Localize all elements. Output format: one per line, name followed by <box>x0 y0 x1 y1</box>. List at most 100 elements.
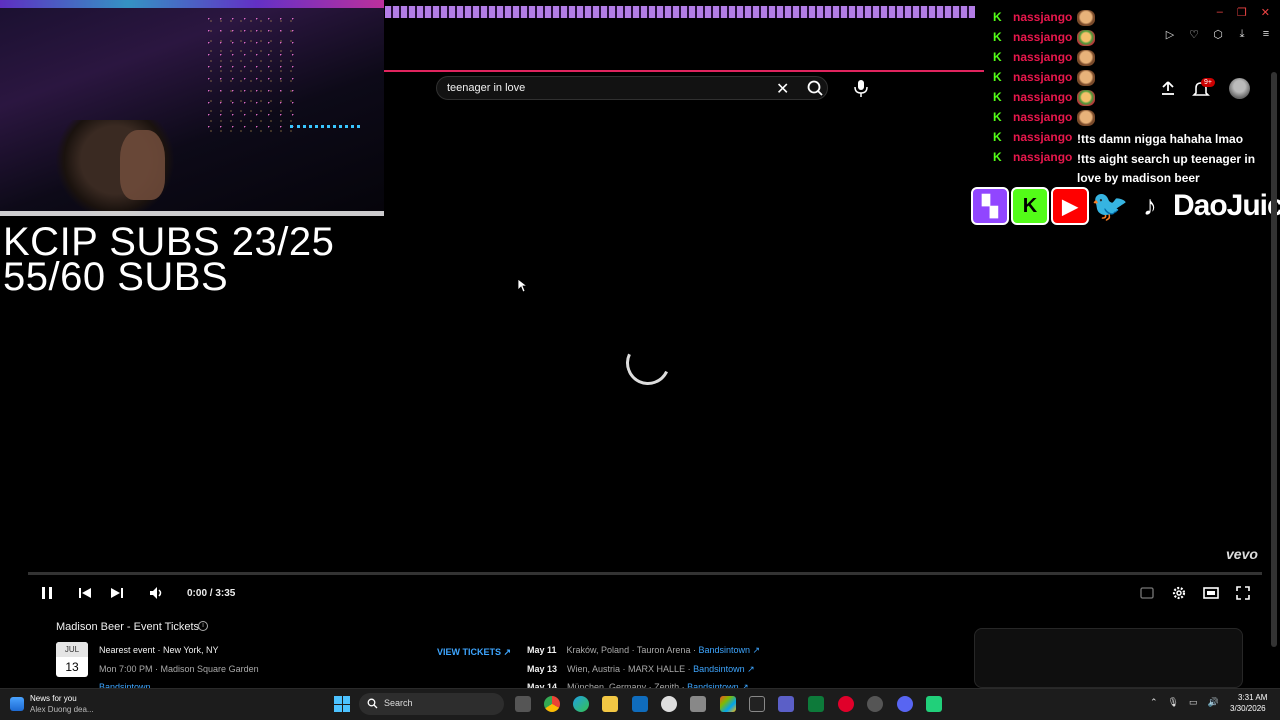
app-icon[interactable] <box>690 696 706 712</box>
chat-message: K nassjango !tts aight search up teenage… <box>993 150 1267 190</box>
news-widget-headline[interactable]: Alex Duong dea... <box>30 705 94 714</box>
previous-icon[interactable] <box>78 584 92 602</box>
event-venue: Wien, Austria · MARX HALLE · <box>567 664 694 674</box>
menu-icon[interactable]: ≡ <box>1260 28 1272 41</box>
app-icon[interactable] <box>867 696 883 712</box>
restore-icon[interactable]: ❐ <box>1237 6 1247 19</box>
taskbar-search[interactable] <box>359 693 504 715</box>
file-explorer-icon[interactable] <box>602 696 618 712</box>
event-list-item: May 11 Kraków, Poland · Tauron Arena · Ba… <box>527 645 760 656</box>
edge-icon[interactable] <box>573 696 589 712</box>
chat-message: K nassjango <box>993 30 1095 50</box>
volume-icon[interactable] <box>148 584 164 602</box>
emote-icon <box>1077 50 1095 66</box>
page-load-bar <box>384 70 984 72</box>
teams-icon[interactable] <box>778 696 794 712</box>
kick-icon: K <box>993 70 1002 84</box>
event-source-link[interactable]: Bandsintown ↗ <box>693 664 755 674</box>
copilot-icon[interactable] <box>720 696 736 712</box>
heart-icon[interactable]: ♡ <box>1188 28 1200 41</box>
chat-message: K nassjango <box>993 90 1095 110</box>
chevron-up-icon[interactable]: ⌃ <box>1150 697 1158 708</box>
next-icon[interactable] <box>110 584 124 602</box>
chat-username: nassjango <box>1013 70 1073 84</box>
taskbar-search-label[interactable]: Search <box>384 698 413 708</box>
chat-username: nassjango <box>1013 110 1073 124</box>
emote-icon <box>1077 90 1095 106</box>
webcam-feed <box>0 0 384 216</box>
network-icon[interactable]: ▭ <box>1189 697 1198 708</box>
opera-icon[interactable] <box>838 696 854 712</box>
nearest-event-detail: Mon 7:00 PM · Madison Square Garden <box>99 664 259 674</box>
chat-message: K nassjango !tts damn nigga hahaha lmao <box>993 130 1267 150</box>
subs-goal: 55/60 SUBS <box>3 255 229 299</box>
info-icon[interactable]: i <box>198 621 208 631</box>
outlook-icon[interactable] <box>632 696 648 712</box>
chat-message: K nassjango <box>993 70 1095 90</box>
theater-mode-icon[interactable] <box>1203 584 1219 602</box>
chat-username: nassjango <box>1013 10 1073 24</box>
chat-username: nassjango <box>1013 150 1073 164</box>
kick-icon: K <box>993 30 1002 44</box>
kick-icon: K <box>993 10 1002 24</box>
settings-gear-icon[interactable] <box>1171 584 1187 602</box>
chat-text: !tts aight search up teenager in love by… <box>1077 152 1256 185</box>
chat-message: K nassjango <box>993 10 1095 30</box>
notification-badge: 9+ <box>1201 78 1215 87</box>
kick-icon: K <box>993 90 1002 104</box>
tab-strip <box>385 6 975 18</box>
download-icon[interactable]: ⤓ <box>1236 28 1248 41</box>
chat-username: nassjango <box>1013 50 1073 64</box>
streamer-hand <box>120 130 165 200</box>
event-month: JUL <box>56 642 88 657</box>
social-handle: DaoJuice <box>1173 189 1280 222</box>
terminal-icon[interactable] <box>749 696 765 712</box>
clock-time[interactable]: 3:31 AM <box>1238 693 1267 702</box>
kick-app-icon[interactable] <box>808 696 824 712</box>
upload-icon[interactable] <box>1160 80 1176 96</box>
mic-tray-icon[interactable]: 🎙 <box>1168 697 1179 708</box>
social-banner: ▚ K ▶ 🐦 ♪ DaoJuice <box>971 186 1280 226</box>
search-input[interactable]: teenager in love <box>447 82 525 94</box>
event-date: May 13 <box>527 664 558 674</box>
captions-icon[interactable] <box>1140 584 1154 602</box>
windows-start-icon[interactable] <box>334 696 350 712</box>
event-day: 13 <box>65 660 79 674</box>
side-panel <box>974 628 1243 688</box>
app-icon[interactable] <box>926 696 942 712</box>
speaker-icon[interactable]: 🔊 <box>1208 697 1219 708</box>
kick-icon: K <box>993 150 1002 164</box>
kick-icon: K <box>993 110 1002 124</box>
scrollbar[interactable] <box>1271 72 1277 647</box>
event-source-link[interactable]: Bandsintown ↗ <box>698 645 760 655</box>
fullscreen-icon[interactable] <box>1236 584 1250 602</box>
minimize-icon[interactable]: – <box>1217 6 1223 19</box>
discord-icon[interactable] <box>897 696 913 712</box>
event-list-item: May 13 Wien, Austria · MARX HALLE · Bands… <box>527 664 755 675</box>
event-date: May 11 <box>527 645 557 655</box>
kick-logo-icon: K <box>1011 187 1049 225</box>
search-icon[interactable] <box>805 79 825 97</box>
play-icon[interactable]: ▷ <box>1164 28 1176 41</box>
view-tickets-link[interactable]: VIEW TICKETS ↗ <box>437 647 511 658</box>
task-view-icon[interactable] <box>515 696 531 712</box>
chrome-icon[interactable] <box>544 696 560 712</box>
news-widget-icon[interactable] <box>10 697 24 711</box>
chat-username: nassjango <box>1013 90 1073 104</box>
chat-username: nassjango <box>1013 30 1073 44</box>
clock-date[interactable]: 3/30/2026 <box>1230 704 1266 713</box>
taskbar-search-icon <box>367 698 378 709</box>
tiktok-icon: ♪ <box>1143 190 1157 221</box>
emote-icon <box>1077 10 1095 26</box>
twitch-icon: ▚ <box>971 187 1009 225</box>
pause-icon[interactable] <box>40 584 54 602</box>
avatar[interactable] <box>1229 78 1250 99</box>
extensions-icon[interactable]: ⬡ <box>1212 28 1224 41</box>
clear-search-icon[interactable]: ✕ <box>776 79 789 99</box>
close-icon[interactable]: ✕ <box>1261 6 1270 19</box>
seek-bar[interactable] <box>28 572 1262 575</box>
mic-icon[interactable] <box>852 78 870 98</box>
obs-icon[interactable] <box>661 696 677 712</box>
news-widget-title[interactable]: News for you <box>30 694 77 703</box>
led-strip <box>0 0 384 8</box>
